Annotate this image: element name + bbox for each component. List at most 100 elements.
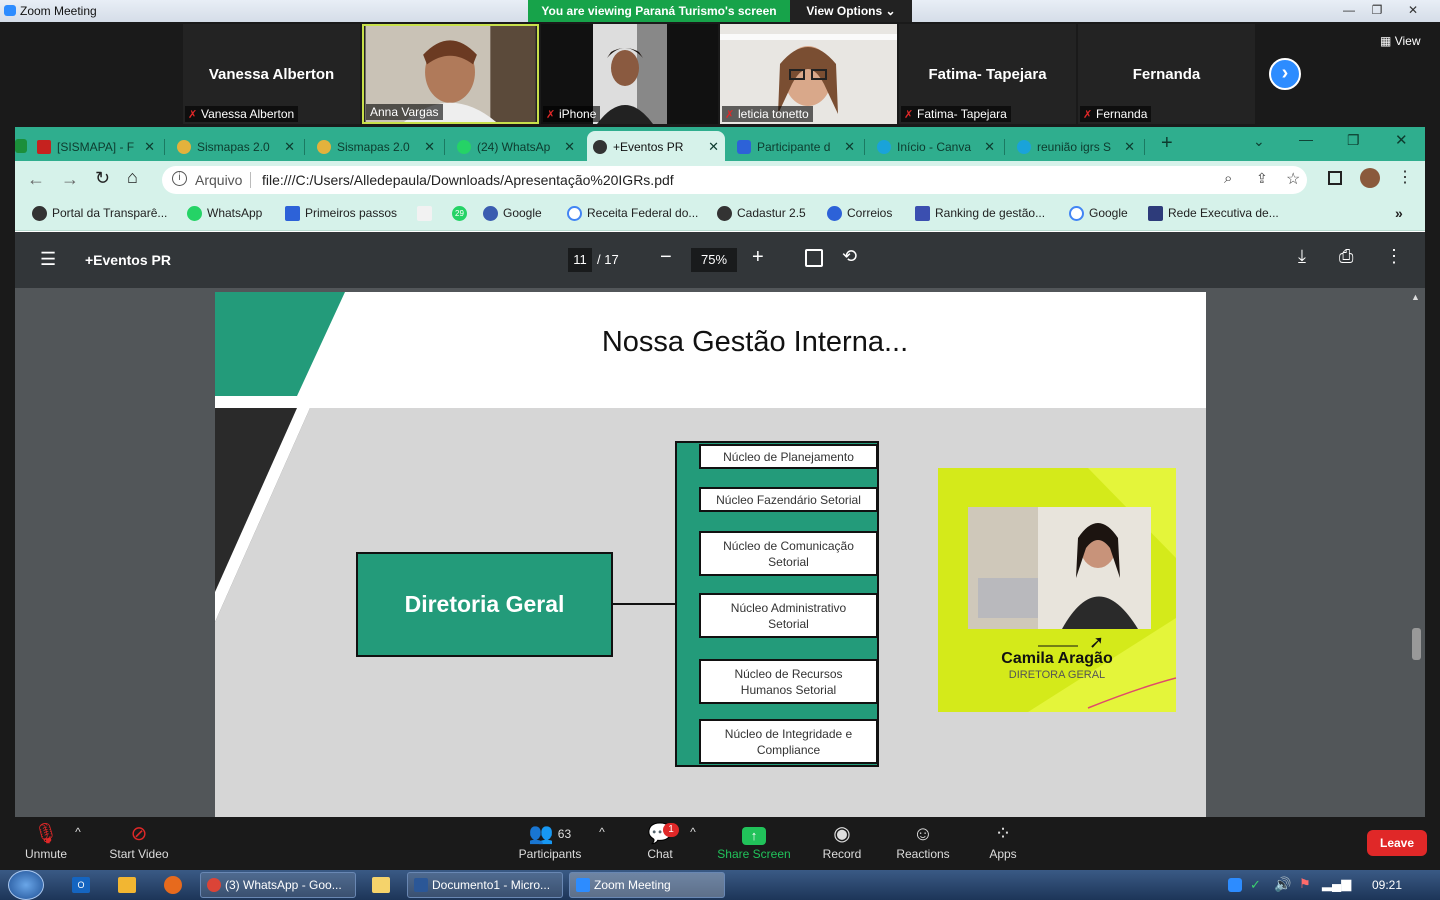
participant-tile-active-speaker[interactable]: Anna Vargas (362, 24, 539, 124)
clock[interactable]: 09:21 (1372, 878, 1402, 892)
zoom-level-input[interactable]: 75% (691, 248, 737, 272)
browser-tab-active[interactable]: +Eventos PR ✕ (587, 131, 725, 161)
close-tab-icon[interactable]: ✕ (144, 139, 155, 155)
leave-button[interactable]: Leave (1367, 830, 1427, 856)
bookmark-item[interactable]: Portal da Transparê... (32, 206, 167, 221)
menu-hamburger-icon[interactable]: ☰ (40, 249, 56, 270)
record-button[interactable]: ◉ Record (818, 821, 866, 861)
bookmark-item[interactable]: Cadastur 2.5 (717, 206, 806, 221)
rotate-icon[interactable]: ⟲ (842, 246, 857, 267)
apps-button[interactable]: ⁘ Apps (984, 821, 1022, 861)
scroll-up-icon[interactable]: ▲ (1411, 292, 1420, 302)
bookmark-item[interactable]: WhatsApp (187, 206, 262, 221)
fit-page-icon[interactable] (805, 249, 823, 267)
share-icon[interactable]: ⇪ (1256, 170, 1268, 187)
page-number-input[interactable]: 11 (568, 248, 592, 272)
view-button[interactable]: ▦ View (1380, 34, 1420, 48)
more-bookmarks-icon[interactable]: » (1395, 205, 1403, 221)
close-tab-icon[interactable]: ✕ (424, 139, 435, 155)
audio-options-caret-icon[interactable]: ^ (72, 825, 84, 839)
taskbar-item-active[interactable]: Zoom Meeting (569, 872, 725, 898)
bookmark-item[interactable]: Google (1069, 206, 1128, 221)
share-screen-button[interactable]: ↑ Share Screen (714, 821, 794, 861)
profile-avatar[interactable] (1360, 168, 1380, 188)
participant-tile[interactable]: Vanessa Alberton ✗ Vanessa Alberton (183, 24, 360, 124)
download-icon[interactable]: ⤓ (1298, 246, 1306, 267)
pdf-viewport[interactable]: Nossa Gestão Interna... Diretoria Geral … (15, 288, 1425, 817)
close-tab-icon[interactable]: ✕ (284, 139, 295, 155)
new-tab-icon[interactable]: + (1161, 132, 1173, 155)
close-icon[interactable]: ✕ (1400, 1, 1426, 19)
bookmark-label: Correios (847, 206, 893, 220)
next-participants-arrow-icon[interactable]: › (1269, 58, 1301, 90)
bookmark-star-icon[interactable]: ☆ (1286, 169, 1300, 189)
close-icon[interactable]: ✕ (1395, 131, 1408, 149)
participant-tile[interactable]: ✗ iPhone (541, 24, 718, 124)
browser-tab[interactable]: Início - Canva ✕ (871, 131, 1001, 161)
scrollbar-thumb[interactable] (1412, 628, 1421, 660)
print-icon[interactable]: ⎙ (1339, 246, 1353, 267)
maximize-icon[interactable]: ❐ (1364, 1, 1390, 19)
participants-caret-icon[interactable]: ^ (596, 825, 608, 839)
tab-search-icon[interactable]: ⌄ (1253, 133, 1265, 150)
close-tab-icon[interactable]: ✕ (1124, 139, 1135, 155)
firefox-icon[interactable] (164, 876, 182, 894)
file-explorer-icon[interactable] (372, 877, 390, 893)
start-video-button[interactable]: ⊘ Start Video (106, 821, 172, 861)
participants-button[interactable]: 👥 63 Participants (513, 821, 587, 861)
restore-icon[interactable]: ❐ (1347, 132, 1360, 149)
unmute-button[interactable]: 🎙 Unmute (20, 821, 72, 861)
zoom-in-icon[interactable]: + (752, 246, 764, 269)
scrollbar[interactable]: ▲ (1408, 288, 1425, 817)
browser-tab[interactable]: Sismapas 2.0 ✕ (311, 131, 441, 161)
zoom-lens-icon[interactable]: ⌕ (1224, 170, 1232, 187)
bookmark-item[interactable]: Primeiros passos (285, 206, 397, 221)
chat-button[interactable]: 💬 1 Chat (636, 821, 684, 861)
close-tab-icon[interactable]: ✕ (844, 139, 855, 155)
more-icon[interactable]: ⋮ (1385, 246, 1403, 267)
browser-tab[interactable]: (24) WhatsAp ✕ (451, 131, 581, 161)
security-tray-icon[interactable]: ✓ (1250, 877, 1261, 893)
participant-tile[interactable]: Fernanda ✗ Fernanda (1078, 24, 1255, 124)
chat-caret-icon[interactable]: ^ (687, 825, 699, 839)
media-player-icon[interactable] (118, 877, 136, 893)
chat-label: Chat (647, 847, 673, 861)
browser-tab[interactable]: Participante d ✕ (731, 131, 861, 161)
signal-icon[interactable]: ▂▄▆ (1322, 876, 1351, 892)
minimize-icon[interactable]: — (1299, 131, 1313, 147)
info-icon[interactable]: i (172, 171, 187, 186)
reload-icon[interactable]: ↻ (95, 168, 110, 189)
zoom-tray-icon[interactable] (1228, 878, 1242, 892)
start-button-icon[interactable] (8, 870, 44, 900)
close-tab-icon[interactable]: ✕ (564, 139, 575, 155)
browser-tab[interactable]: Sismapas 2.0 ✕ (171, 131, 301, 161)
bookmark-item[interactable]: Google (483, 206, 542, 221)
bookmark-item[interactable]: Receita Federal do... (567, 206, 698, 221)
side-panel-icon[interactable] (1328, 171, 1342, 185)
menu-kebab-icon[interactable]: ⋮ (1397, 167, 1413, 187)
outlook-icon[interactable]: O (72, 877, 90, 893)
participant-tile[interactable]: Fatima- Tapejara ✗ Fatima- Tapejara (899, 24, 1076, 124)
home-icon[interactable]: ⌂ (127, 167, 138, 188)
bookmark-item[interactable]: Rede Executiva de... (1148, 206, 1279, 221)
view-options-button[interactable]: View Options ⌄ (790, 0, 912, 22)
forward-icon[interactable]: → (61, 169, 79, 190)
volume-icon[interactable]: 🔊 (1274, 876, 1291, 893)
address-bar[interactable]: i Arquivo file:///C:/Users/Alledepaula/D… (162, 166, 1307, 194)
network-disconnected-icon[interactable]: ⚑ (1299, 876, 1311, 892)
browser-tab[interactable]: reunião igrs S ✕ (1011, 131, 1141, 161)
participant-tile[interactable]: ✗ leticia tonetto (720, 24, 897, 124)
participant-strip: Vanessa Alberton ✗ Vanessa Alberton Anna … (0, 22, 1440, 126)
browser-tab[interactable]: [SISMAPA] - F ✕ (31, 131, 161, 161)
bookmark-item[interactable]: Ranking de gestão... (915, 206, 1045, 221)
minimize-icon[interactable]: — (1336, 1, 1362, 19)
taskbar-item[interactable]: Documento1 - Micro... (407, 872, 563, 898)
bookmark-item[interactable]: Correios (827, 206, 893, 221)
zoom-out-icon[interactable]: − (660, 246, 672, 269)
participant-label-text: Vanessa Alberton (201, 107, 295, 121)
close-tab-icon[interactable]: ✕ (708, 139, 719, 155)
taskbar-item[interactable]: (3) WhatsApp - Goo... (200, 872, 356, 898)
back-icon[interactable]: ← (27, 169, 45, 190)
reactions-button[interactable]: ☺ Reactions (893, 821, 953, 861)
close-tab-icon[interactable]: ✕ (984, 139, 995, 155)
